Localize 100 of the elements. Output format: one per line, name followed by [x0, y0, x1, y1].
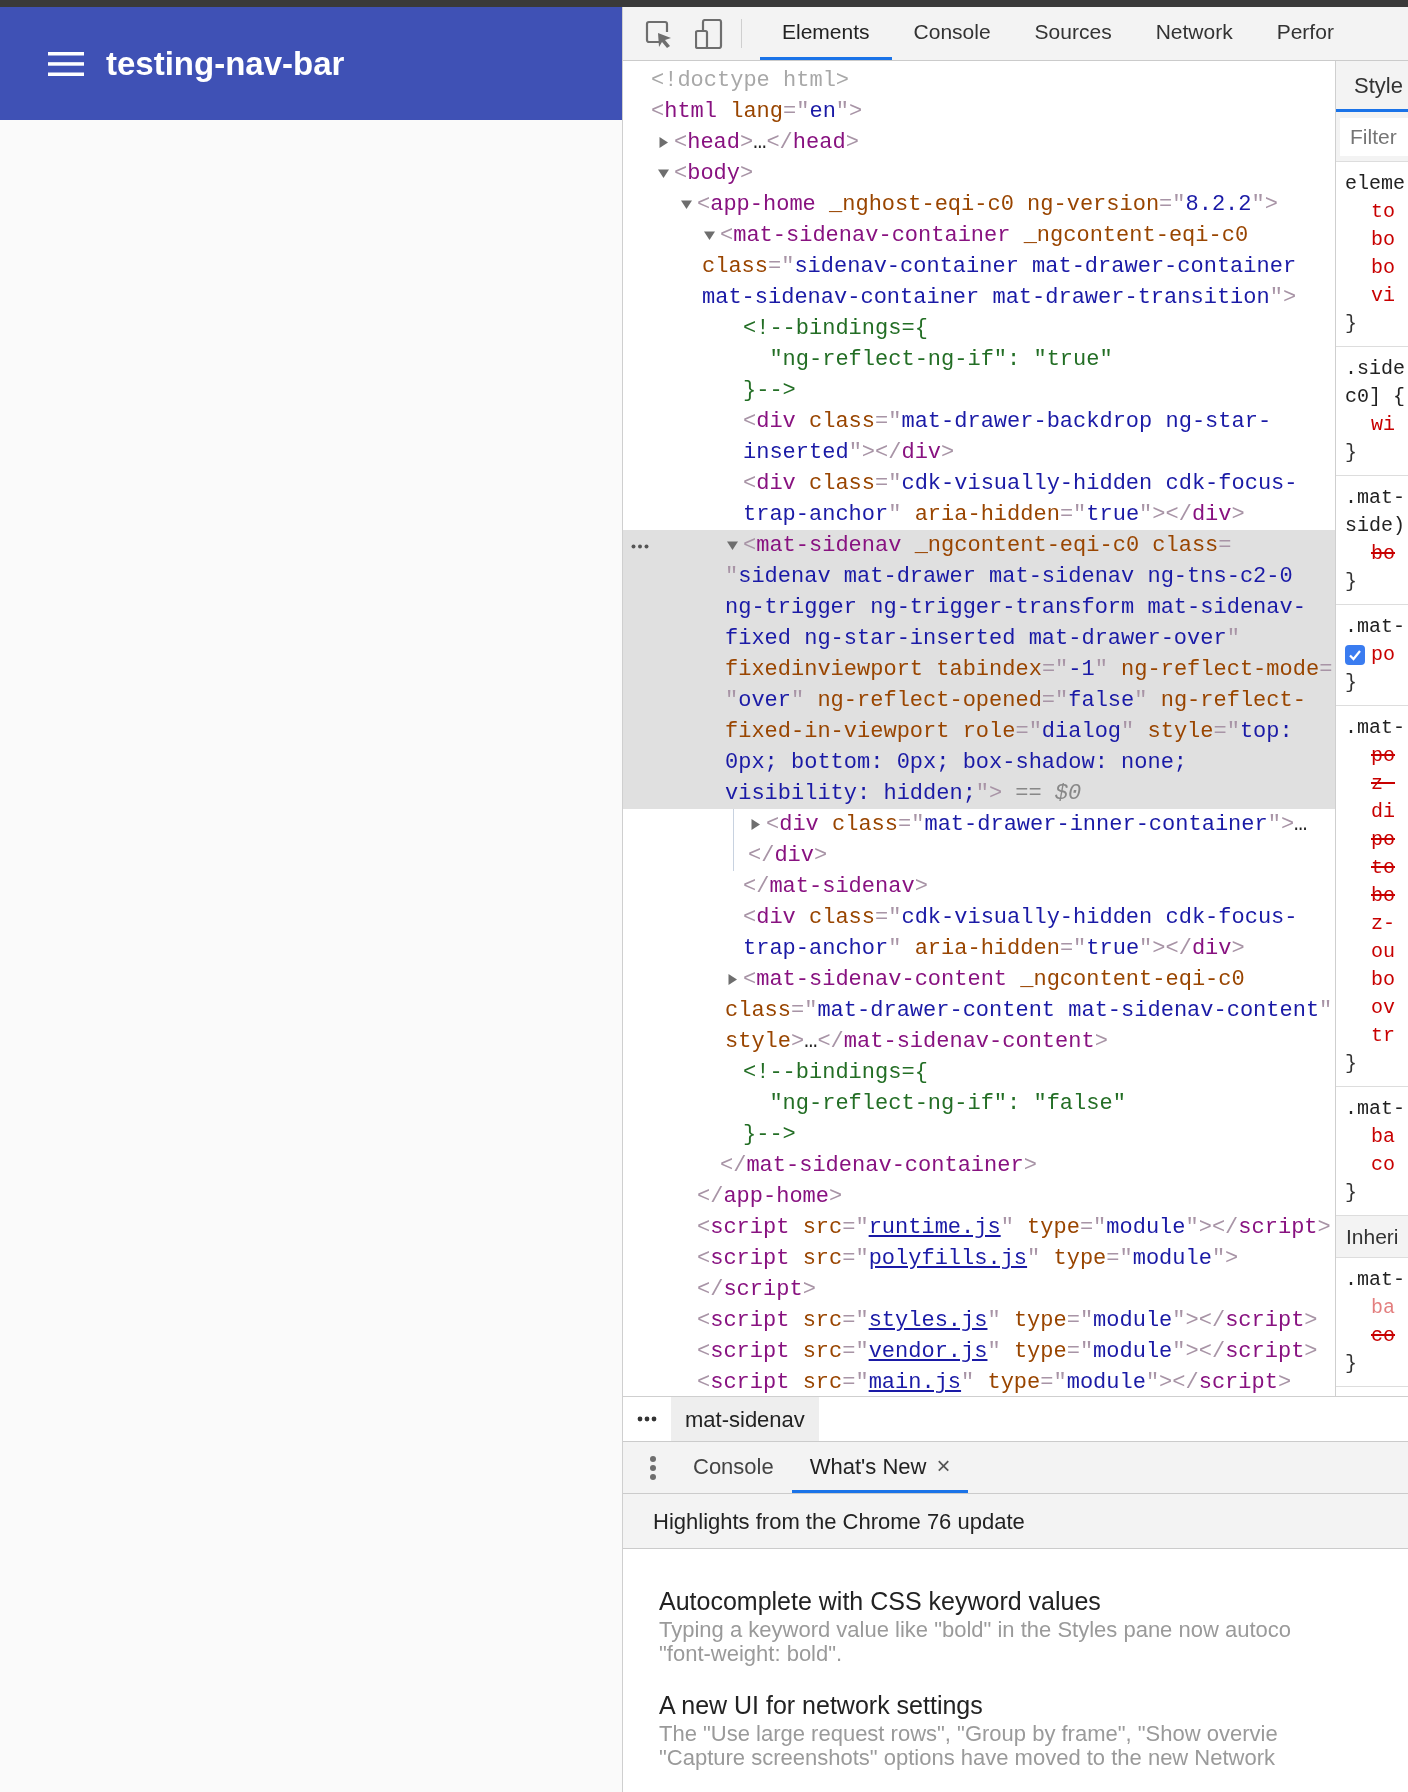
code-line: </div> — [748, 842, 828, 870]
code-line: visibility: hidden;"> — [725, 780, 1003, 808]
code-line: <!doctype html> — [651, 67, 850, 95]
code-line: fixed ng-star-inserted mat-drawer-over" — [725, 625, 1240, 653]
closing-brace: } — [1345, 440, 1358, 466]
code-line: <div class="cdk-visually-hidden cdk-focus- — [743, 470, 1298, 498]
code-line: }--> — [743, 377, 796, 405]
more-icon[interactable] — [631, 544, 649, 549]
closing-brace: } — [1345, 569, 1358, 595]
code-line: <mat-sidenav _ngcontent-eqi-c0 class= — [743, 532, 1232, 560]
code-line: </mat-sidenav-container> — [720, 1152, 1037, 1180]
code-line: class="sidenav-container mat-drawer-container — [702, 253, 1297, 281]
css-property[interactable]: di — [1371, 798, 1395, 826]
selected-row[interactable] — [623, 530, 1335, 809]
code-line: <div class="mat-drawer-backdrop ng-star- — [743, 408, 1272, 436]
devtools-tab[interactable]: Network — [1133, 7, 1255, 60]
devtools-tab[interactable]: Console — [891, 7, 1013, 60]
section-header: Inheri — [1346, 1223, 1399, 1250]
code-line: class="mat-drawer-content mat-sidenav-content" — [725, 997, 1333, 1025]
code-line: <script src="main.js" type="module"></script> — [697, 1369, 1292, 1396]
code-line: inserted"></div> — [743, 439, 955, 467]
code-line: "ng-reflect-ng-if": "true" — [768, 346, 1113, 374]
code-line: </app-home> — [697, 1183, 843, 1211]
menu-icon[interactable] — [48, 51, 84, 76]
checkmark-icon — [1348, 648, 1362, 662]
inspect-icon[interactable] — [645, 19, 673, 48]
css-property[interactable]: bo — [1371, 254, 1395, 282]
triangle-down-icon[interactable] — [658, 168, 669, 179]
drawer-tab[interactable]: Console — [675, 1442, 792, 1493]
css-property[interactable]: ov — [1371, 994, 1395, 1022]
css-property[interactable]: tr — [1371, 1022, 1395, 1050]
css-selector: eleme — [1345, 171, 1406, 197]
code-line: <script src="styles.js" type="module"></script> — [697, 1307, 1318, 1335]
more-icon[interactable] — [637, 1416, 657, 1422]
news-title: Autocomplete with CSS keyword values — [659, 1586, 1102, 1617]
closing-brace: } — [1345, 1051, 1358, 1077]
closing-brace: } — [1345, 1351, 1358, 1377]
triangle-down-icon[interactable] — [727, 540, 738, 551]
close-tab-button[interactable]: × — [936, 1454, 951, 1478]
css-property[interactable]: bo — [1371, 226, 1395, 254]
css-property[interactable]: po — [1371, 742, 1395, 770]
tab-label: Console — [693, 1452, 774, 1481]
css-property[interactable]: po — [1371, 826, 1395, 854]
css-property[interactable]: bo — [1371, 966, 1395, 994]
css-property[interactable]: ba — [1371, 1123, 1395, 1151]
news-description: The "Use large request rows", "Group by frame", "Show overvie "Capture screenshots" options have moved to the new Network — [659, 1722, 1279, 1770]
css-selector: .mat- — [1345, 1267, 1406, 1293]
closing-brace: } — [1345, 670, 1358, 696]
triangle-down-icon[interactable] — [704, 230, 715, 241]
code-line: <div class="cdk-visually-hidden cdk-focus- — [743, 904, 1298, 932]
css-property[interactable]: po — [1371, 641, 1395, 669]
banner-text: Highlights from the Chrome 76 update — [653, 1507, 1025, 1536]
triangle-right-icon[interactable] — [750, 819, 761, 830]
code-line: <mat-sidenav-container _ngcontent-eqi-c0 — [720, 222, 1249, 250]
tab-label: What's New — [809, 1452, 927, 1481]
css-selector: .mat- — [1345, 715, 1406, 741]
css-selector: side) — [1345, 513, 1406, 539]
css-property[interactable]: to — [1371, 854, 1395, 882]
css-property[interactable]: to — [1371, 198, 1395, 226]
code-line: <html lang="en"> — [651, 98, 863, 126]
app-title: testing-nav-bar — [106, 43, 345, 84]
code-line: 0px; bottom: 0px; box-shadow: none; — [725, 749, 1188, 777]
device-icon[interactable] — [695, 18, 723, 49]
triangle-right-icon[interactable] — [658, 137, 669, 148]
devtools-tab[interactable]: Elements — [760, 7, 892, 60]
css-property[interactable]: bo — [1371, 540, 1395, 568]
css-property[interactable]: bo — [1371, 882, 1395, 910]
code-line: <!--bindings={ — [743, 315, 928, 343]
css-property[interactable]: vi — [1371, 282, 1395, 310]
triangle-down-icon[interactable] — [681, 199, 692, 210]
triangle-right-icon[interactable] — [727, 974, 738, 985]
css-property[interactable]: co — [1371, 1151, 1395, 1179]
kebab-menu-icon[interactable] — [649, 1454, 657, 1481]
code-line: <!--bindings={ — [743, 1059, 928, 1087]
code-line: trap-anchor" aria-hidden="true"></div> — [743, 935, 1245, 963]
css-property[interactable]: ou — [1371, 938, 1395, 966]
code-line: "over" ng-reflect-opened="false" ng-reflect- — [725, 687, 1306, 715]
code-line: <script src="polyfills.js" type="module"> — [697, 1245, 1239, 1273]
css-selector: .mat- — [1345, 1096, 1406, 1122]
devtools-tab[interactable]: Perfor — [1254, 7, 1356, 60]
filter-field[interactable]: Filter — [1340, 117, 1408, 156]
breadcrumb-item[interactable]: mat-sidenav — [671, 1397, 819, 1441]
css-property[interactable]: z- — [1371, 910, 1395, 938]
code-line: style>…</mat-sidenav-content> — [725, 1028, 1108, 1056]
css-selector: .mat- — [1345, 485, 1406, 511]
code-line: <div class="mat-drawer-inner-container">… — [766, 811, 1308, 839]
code-line: <app-home _nghost-eqi-c0 ng-version="8.2.2"> — [697, 191, 1278, 219]
code-line: <body> — [674, 160, 754, 188]
news-title: A new UI for network settings — [659, 1690, 984, 1721]
console-reference: == $0 — [1015, 780, 1082, 808]
code-line: </mat-sidenav> — [743, 873, 928, 901]
css-selector: .side — [1345, 356, 1406, 382]
code-line: <head>…</head> — [674, 129, 859, 157]
css-property[interactable]: co — [1371, 1322, 1395, 1350]
css-selector: c0] { — [1345, 384, 1406, 410]
css-property[interactable]: z- — [1371, 770, 1395, 798]
code-line: fixedinviewport tabindex="-1" ng-reflect-mode= — [725, 656, 1333, 684]
css-property[interactable]: wi — [1371, 411, 1395, 439]
checkbox[interactable] — [1345, 645, 1365, 665]
devtools-tab[interactable]: Sources — [1012, 7, 1134, 60]
